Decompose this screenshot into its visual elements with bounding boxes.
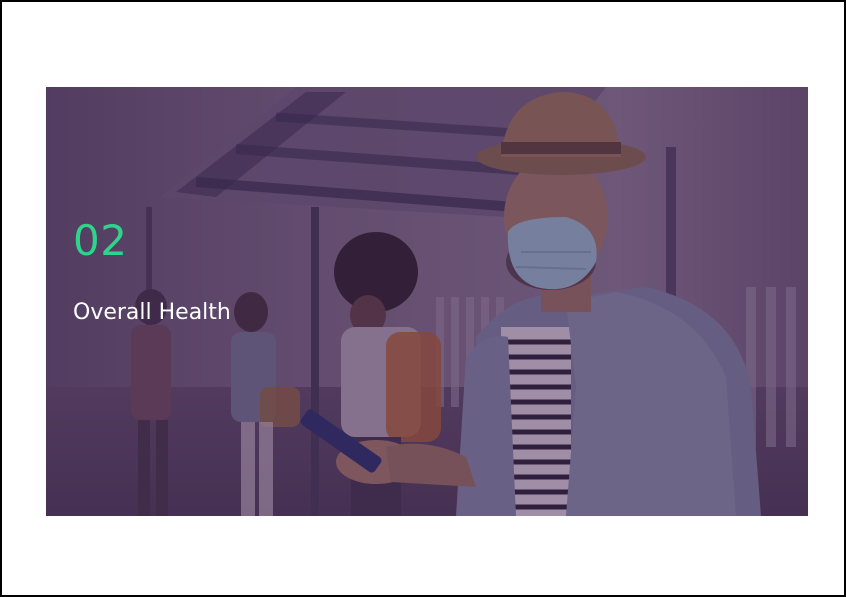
page-canvas: 02 Overall Health <box>0 0 846 597</box>
section-slide: 02 Overall Health <box>46 87 808 516</box>
section-number: 02 <box>73 216 128 265</box>
section-title: Overall Health <box>73 300 231 325</box>
